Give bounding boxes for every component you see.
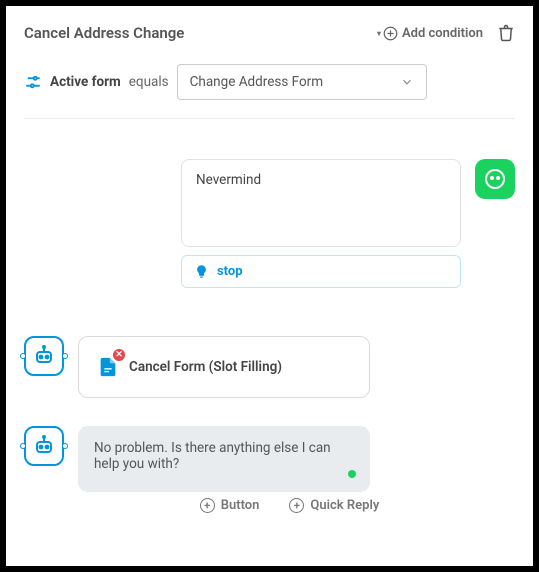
lightbulb-icon (194, 264, 209, 279)
add-condition-button[interactable]: ▾ Add condition (377, 26, 483, 41)
delete-button[interactable] (497, 24, 515, 42)
bot-reply-row: No problem. Is there anything else I can… (24, 426, 515, 492)
user-message-bubble[interactable]: Nevermind (181, 159, 461, 247)
story-title: Cancel Address Change (24, 24, 184, 42)
user-face-icon (483, 167, 507, 191)
bot-avatar (24, 336, 64, 376)
intent-label: stop (217, 264, 243, 279)
bot-avatar (24, 426, 64, 466)
user-avatar (475, 159, 515, 199)
plus-circle-icon: + (289, 498, 304, 513)
panel-header: Cancel Address Change ▾ Add condition (24, 24, 515, 42)
add-quick-reply-label: Quick Reply (310, 498, 379, 513)
story-editor-panel: Cancel Address Change ▾ Add condition Ac… (6, 6, 533, 566)
bot-action-row: ✕ Cancel Form (Slot Filling) (24, 336, 515, 398)
conversation-area: Nevermind stop (24, 159, 515, 513)
connector-handle-right[interactable] (62, 353, 68, 359)
connector-handle-left[interactable] (20, 353, 26, 359)
condition-operator: equals (129, 74, 169, 90)
condition-row: Active form equals Change Address Form (24, 64, 515, 100)
plus-circle-icon: + (200, 498, 215, 513)
add-button-label: Button (221, 498, 260, 513)
bot-action-label: Cancel Form (Slot Filling) (129, 359, 282, 375)
robot-icon (32, 344, 56, 368)
divider (24, 118, 515, 119)
condition-value-select[interactable]: Change Address Form (177, 64, 427, 100)
intent-tag-bar[interactable]: stop (181, 255, 461, 288)
bot-reply-bubble[interactable]: No problem. Is there anything else I can… (78, 426, 370, 492)
dropdown-caret-icon: ▾ (377, 29, 381, 38)
connector-handle-right[interactable] (62, 443, 68, 449)
cancel-form-icon: ✕ (97, 355, 119, 379)
user-turn-row: Nevermind stop (24, 159, 515, 288)
connector-handle-left[interactable] (20, 443, 26, 449)
cancel-badge-icon: ✕ (113, 349, 125, 361)
bot-reply-text: No problem. Is there anything else I can… (94, 440, 331, 472)
user-message-text: Nevermind (196, 172, 261, 188)
status-indicator-dot (348, 470, 356, 478)
bot-avatar-wrapper (24, 336, 64, 376)
bot-avatar-wrapper (24, 426, 64, 466)
chevron-down-icon (400, 75, 414, 89)
header-actions: ▾ Add condition (377, 24, 515, 42)
add-condition-label: Add condition (402, 26, 483, 41)
response-add-row: + Button + Quick Reply (24, 498, 515, 513)
condition-field-label: Active form (50, 74, 121, 90)
filter-icon (24, 73, 42, 91)
add-button-button[interactable]: + Button (200, 498, 260, 513)
robot-icon (32, 434, 56, 458)
bot-action-bubble[interactable]: ✕ Cancel Form (Slot Filling) (78, 336, 370, 398)
condition-value-text: Change Address Form (190, 74, 323, 90)
plus-circle-icon (383, 26, 398, 41)
add-quick-reply-button[interactable]: + Quick Reply (289, 498, 379, 513)
